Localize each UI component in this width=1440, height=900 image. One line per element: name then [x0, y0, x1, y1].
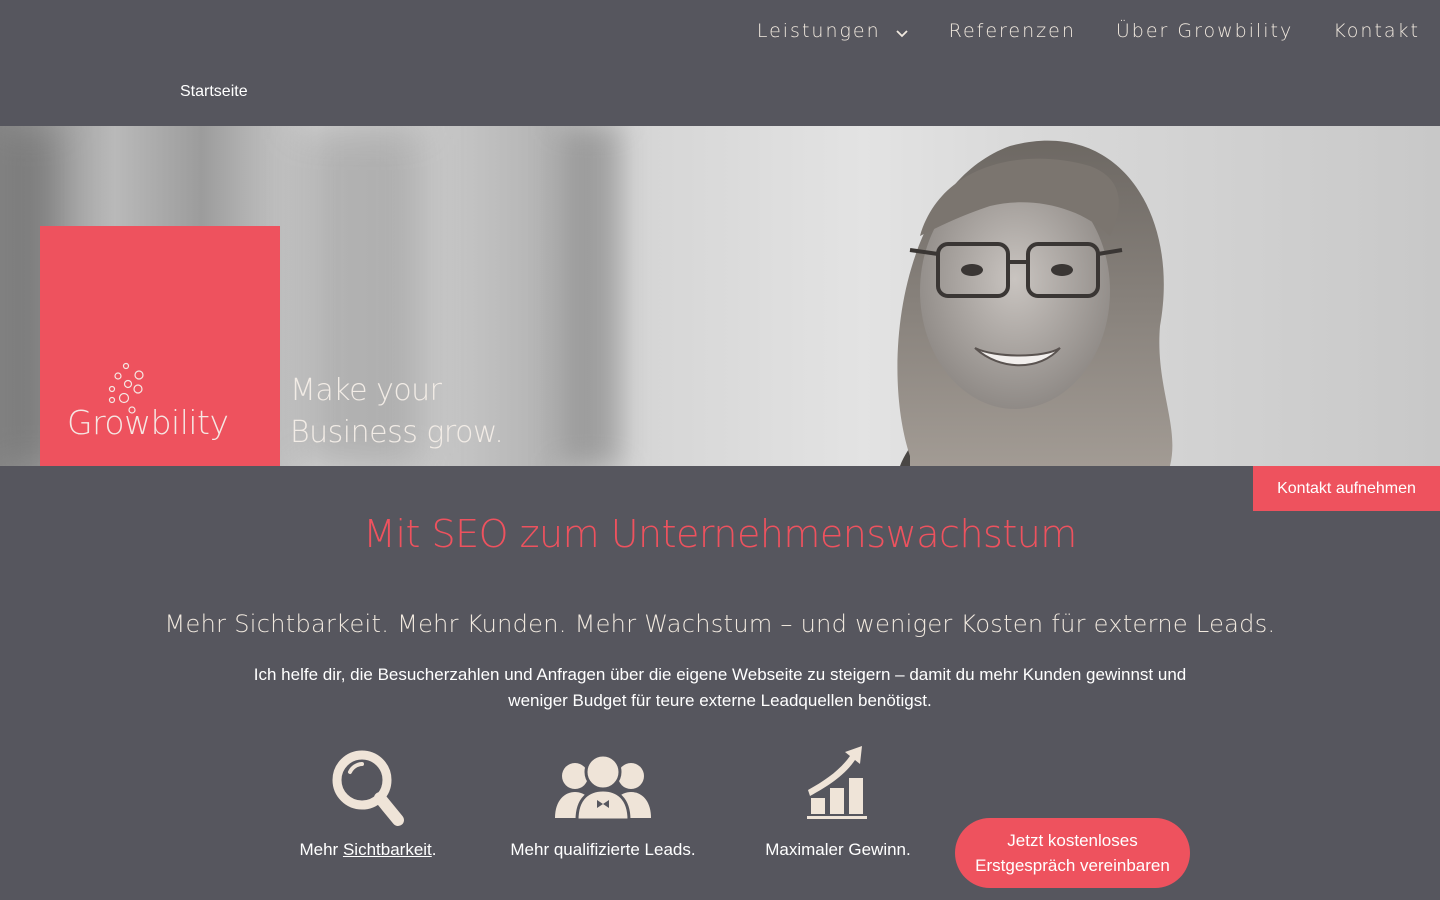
sichtbarkeit-link[interactable]: Sichtbarkeit: [343, 840, 432, 859]
nav-item-label: Leistungen: [756, 20, 881, 42]
feature-label-suffix: .: [431, 840, 437, 859]
page-subheadline: Mehr Sichtbarkeit. Mehr Kunden. Mehr Wac…: [164, 610, 1276, 638]
nav-item-leistungen[interactable]: Leistungen: [757, 20, 909, 42]
tagline-line: Make your: [290, 373, 442, 408]
feature-leads: Mehr qualifizierte Leads.: [493, 740, 713, 859]
feature-label: Mehr qualifizierte Leads.: [510, 840, 696, 859]
cta-label-line: Jetzt kostenloses: [1007, 831, 1138, 850]
feature-label: Mehr Sichtbarkeit.: [258, 840, 478, 860]
contact-tab-button[interactable]: Kontakt aufnehmen: [1253, 466, 1440, 511]
feature-profit: Maximaler Gewinn.: [728, 740, 948, 859]
chevron-down-icon: [895, 24, 909, 38]
intro-text: Ich helfe dir, die Besucherzahlen und An…: [253, 665, 1187, 710]
hero-background-blur: [560, 126, 620, 466]
nav-item-ueber-growbility[interactable]: Über Growbility: [1116, 20, 1293, 42]
portrait-image: [897, 140, 1173, 466]
hero-banner: Growbility Make your Business grow.: [0, 126, 1440, 466]
main-navigation: Leistungen Referenzen Über Growbility Ko…: [717, 0, 1440, 62]
nav-item-referenzen[interactable]: Referenzen: [949, 20, 1076, 42]
book-consultation-button[interactable]: Jetzt kostenloses Erstgespräch vereinbar…: [955, 818, 1190, 888]
nav-item-kontakt[interactable]: Kontakt: [1333, 20, 1420, 42]
logo-wordmark: Growbility: [67, 403, 229, 442]
hero-tagline: Make your Business grow.: [290, 370, 504, 454]
nav-item-label: Referenzen: [948, 20, 1076, 42]
people-group-icon: [555, 753, 651, 822]
growbility-logo[interactable]: Growbility: [40, 226, 280, 466]
growth-chart-icon: [807, 746, 867, 819]
feature-label: Maximaler Gewinn.: [765, 840, 911, 859]
cta-label-line: Erstgespräch vereinbaren: [975, 856, 1170, 875]
breadcrumb[interactable]: Startseite: [180, 83, 248, 101]
feature-visibility: Mehr Sichtbarkeit.: [258, 740, 478, 859]
page-headline: Mit SEO zum Unternehmenswachstum: [363, 512, 1077, 556]
tagline-line: Business grow.: [290, 415, 504, 450]
nav-item-label: Kontakt: [1333, 20, 1420, 42]
nav-item-label: Über Growbility: [1115, 20, 1294, 42]
magnifier-icon: [332, 750, 404, 826]
feature-label-prefix: Mehr: [299, 840, 343, 859]
